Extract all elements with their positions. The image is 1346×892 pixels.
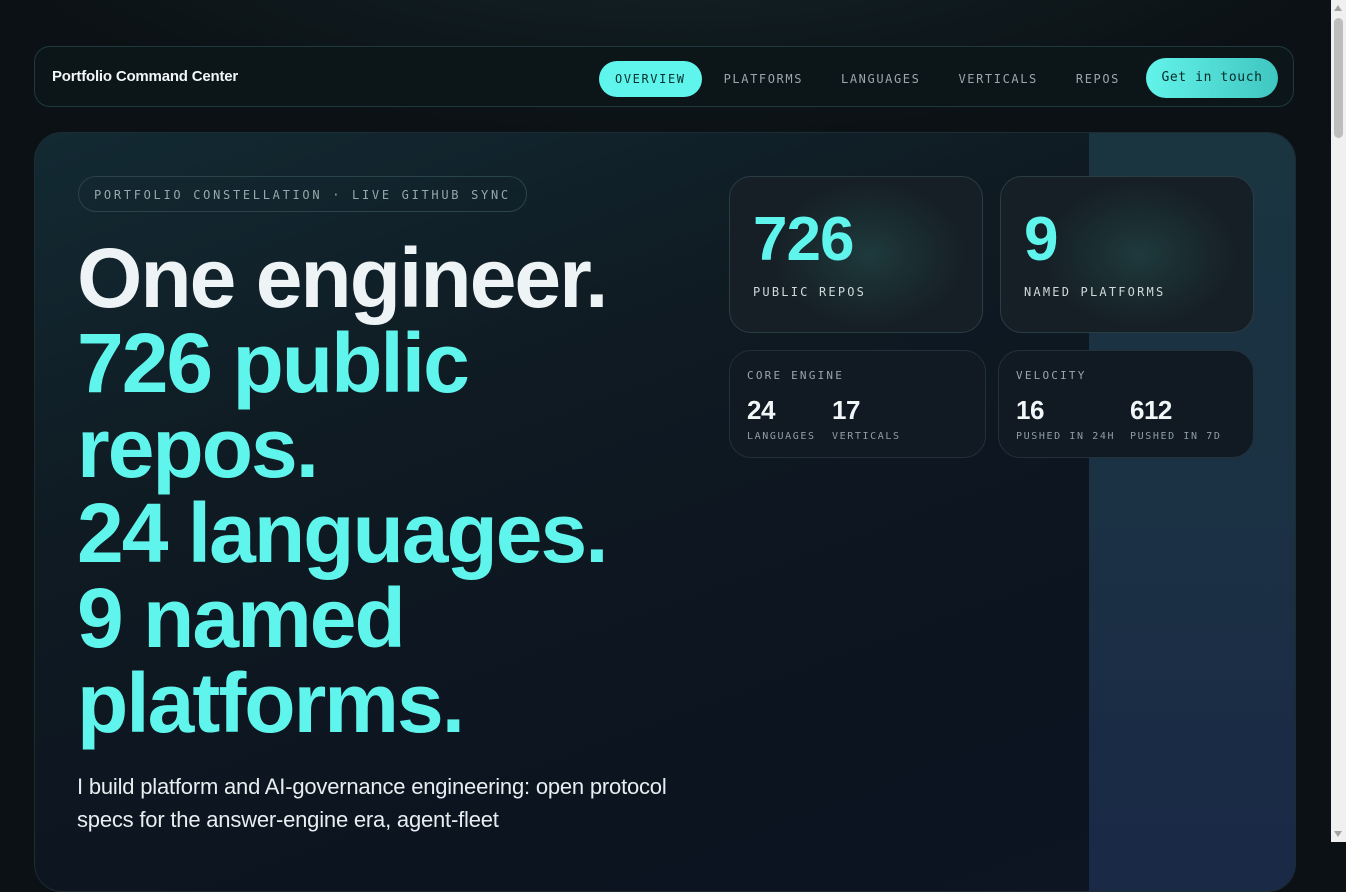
hero-lede: I build platform and AI-governance engin… — [77, 774, 667, 832]
stat-card-public-repos: 726 PUBLIC REPOS — [729, 176, 983, 333]
scroll-thumb[interactable] — [1334, 18, 1343, 138]
hero-headline: One engineer. 726 public repos. 24 langu… — [77, 236, 717, 746]
nav-link-overview[interactable]: OVERVIEW — [599, 60, 702, 97]
headline-line-repos: 726 public repos. — [77, 316, 470, 495]
get-in-touch-button[interactable]: Get in touch — [1146, 58, 1278, 98]
nav-links: OVERVIEW PLATFORMS LANGUAGES VERTICALS R… — [599, 60, 1142, 97]
metric-verticals-label: VERTICALS — [832, 431, 901, 442]
hero-eyebrow-badge: PORTFOLIO CONSTELLATION · LIVE GITHUB SY… — [78, 176, 527, 212]
metric-pushed-7d-label: PUSHED IN 7D — [1130, 431, 1222, 442]
brand-title[interactable]: Portfolio Command Center — [52, 68, 238, 85]
nav-link-platforms[interactable]: PLATFORMS — [708, 61, 819, 97]
metric-languages: 24 LANGUAGES — [747, 395, 816, 442]
stat-card-core-engine: CORE ENGINE 24 LANGUAGES 17 VERTICALS — [729, 350, 986, 458]
metric-languages-label: LANGUAGES — [747, 431, 816, 442]
metric-pushed-7d: 612 PUSHED IN 7D — [1130, 395, 1221, 442]
top-nav: Portfolio Command Center OVERVIEW PLATFO… — [34, 46, 1294, 107]
stat-value-public-repos: 726 — [753, 205, 854, 274]
stat-value-named-platforms: 9 — [1024, 205, 1058, 274]
hero-panel: PORTFOLIO CONSTELLATION · LIVE GITHUB SY… — [34, 132, 1296, 892]
velocity-title: VELOCITY — [1016, 369, 1087, 382]
stat-label-public-repos: PUBLIC REPOS — [753, 285, 867, 299]
page-scrollbar[interactable] — [1331, 0, 1346, 842]
scroll-up-arrow-icon[interactable] — [1334, 5, 1342, 11]
headline-line-languages: 24 languages. — [77, 486, 609, 580]
metric-languages-value: 24 — [747, 395, 775, 425]
headline-line-engineer: One engineer. — [77, 231, 609, 325]
metric-pushed-7d-value: 612 — [1130, 395, 1172, 425]
stat-label-named-platforms: NAMED PLATFORMS — [1024, 285, 1166, 299]
stat-card-velocity: VELOCITY 16 PUSHED IN 24H 612 PUSHED IN … — [998, 350, 1254, 458]
core-engine-title: CORE ENGINE — [747, 369, 845, 382]
metric-verticals: 17 VERTICALS — [832, 395, 901, 442]
metric-pushed-24h-value: 16 — [1016, 395, 1044, 425]
headline-line-platforms: 9 named platforms. — [77, 571, 465, 750]
nav-link-repos[interactable]: REPOS — [1060, 61, 1136, 97]
metric-verticals-value: 17 — [832, 395, 860, 425]
nav-link-languages[interactable]: LANGUAGES — [825, 61, 936, 97]
metric-pushed-24h-label: PUSHED IN 24H — [1016, 431, 1116, 442]
metric-pushed-24h: 16 PUSHED IN 24H — [1016, 395, 1115, 442]
nav-link-verticals[interactable]: VERTICALS — [942, 61, 1053, 97]
scroll-down-arrow-icon[interactable] — [1334, 831, 1342, 837]
stat-card-named-platforms: 9 NAMED PLATFORMS — [1000, 176, 1254, 333]
